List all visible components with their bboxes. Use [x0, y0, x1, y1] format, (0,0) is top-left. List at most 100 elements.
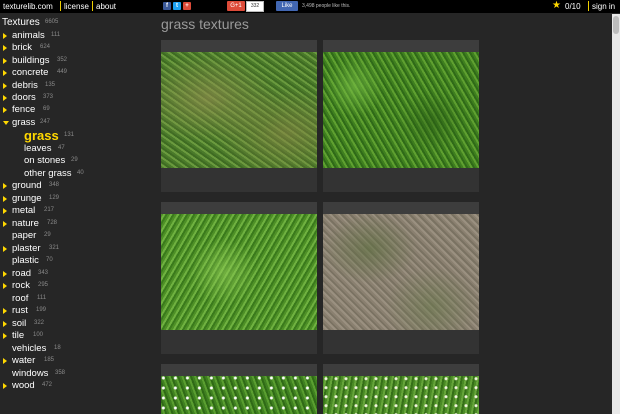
license-link[interactable]: license: [64, 2, 89, 11]
site-logo-link[interactable]: texturelib.com: [3, 2, 53, 11]
star-icon[interactable]: ★: [552, 0, 561, 12]
sidebar-item-label: plaster: [12, 243, 41, 254]
sidebar-item-count: 18: [54, 345, 61, 351]
texture-image[interactable]: [323, 376, 479, 414]
sidebar-item-count: 185: [44, 357, 55, 363]
sidebar-item-label: ground: [12, 180, 42, 191]
sidebar-item-label: grass: [12, 117, 36, 128]
sidebar-item-count: 47: [58, 145, 65, 151]
sidebar-item-count: 6605: [45, 19, 59, 25]
sidebar-item-count: 131: [64, 132, 75, 138]
sidebar-item-label: plastic: [12, 255, 39, 266]
triangle-right-icon: [3, 246, 7, 252]
texture-image[interactable]: [161, 376, 317, 414]
google-plus-icon[interactable]: +: [183, 2, 191, 10]
sidebar-item-label: fence: [12, 104, 36, 115]
facebook-like-button[interactable]: Like: [276, 1, 298, 11]
triangle-right-icon: [3, 70, 7, 76]
triangle-right-icon: [3, 95, 7, 101]
texture-thumbnail[interactable]: [323, 202, 479, 354]
texture-caption-bar: [323, 168, 479, 192]
sidebar-item-label: rock: [12, 280, 30, 291]
sidebar-item-count: 352: [57, 57, 68, 63]
sidebar-item-label: leaves: [24, 143, 52, 154]
triangle-right-icon: [3, 308, 7, 314]
texture-image[interactable]: [161, 214, 317, 330]
sidebar-item-label: tile: [12, 330, 25, 341]
sidebar-item-count: 322: [34, 320, 45, 326]
sidebar-item-count: 100: [33, 332, 44, 338]
divider: [92, 1, 93, 11]
sidebar-item-label: road: [12, 268, 32, 279]
page-title: grass textures: [161, 16, 249, 32]
sidebar-item-count: 29: [71, 157, 78, 163]
texture-caption-bar: [323, 330, 479, 354]
twitter-icon[interactable]: t: [173, 2, 181, 10]
sidebar-item-count: 111: [37, 295, 47, 301]
sidebar-item-label: rust: [12, 305, 28, 316]
sidebar-item-label: animals: [12, 30, 45, 41]
facebook-like-text: 3,498 people like this.: [302, 3, 351, 9]
top-bar: texturelib.com license about f t + G+1 3…: [0, 0, 620, 13]
sidebar-item-count: 129: [49, 195, 60, 201]
google-plus-count: 332: [246, 1, 264, 12]
sidebar-item-label: water: [12, 355, 36, 366]
triangle-down-icon: [3, 121, 9, 125]
sidebar-item-label: metal: [12, 205, 36, 216]
triangle-right-icon: [3, 196, 7, 202]
sidebar-item-label: on stones: [24, 155, 66, 166]
facebook-icon[interactable]: f: [163, 2, 171, 10]
sidebar-item-label: vehicles: [12, 343, 47, 354]
triangle-right-icon: [3, 58, 7, 64]
sign-in-link[interactable]: sign in: [592, 2, 615, 11]
triangle-right-icon: [3, 271, 7, 277]
texture-thumbnail[interactable]: [323, 40, 479, 192]
triangle-right-icon: [3, 333, 7, 339]
sidebar-item-count: 295: [38, 282, 49, 288]
sidebar-item-count: 348: [49, 182, 60, 188]
sidebar-item-count: 728: [47, 220, 58, 226]
triangle-right-icon: [3, 183, 7, 189]
divider: [60, 1, 61, 11]
texture-thumbnail[interactable]: [161, 364, 317, 414]
texture-thumbnail[interactable]: [161, 202, 317, 354]
sidebar-item-label: windows: [12, 368, 49, 379]
sidebar-item-label: paper: [12, 230, 37, 241]
sidebar-item-label: grunge: [12, 193, 42, 204]
sidebar-item-label: Textures: [2, 17, 40, 28]
sidebar-item-label: roof: [12, 293, 29, 304]
scrollbar-thumb[interactable]: [613, 16, 619, 34]
sidebar-item-count: 343: [38, 270, 49, 276]
triangle-right-icon: [3, 83, 7, 89]
texture-thumbnail[interactable]: [161, 40, 317, 192]
sidebar-item-label: other grass: [24, 168, 72, 179]
sidebar-item-count: 70: [46, 257, 53, 263]
texture-thumbnail[interactable]: [323, 364, 479, 414]
sidebar-item-count: 624: [40, 44, 51, 50]
sidebar-item-count: 135: [45, 82, 56, 88]
sidebar-item-count: 247: [40, 119, 51, 125]
sidebar-item-count: 40: [77, 170, 84, 176]
triangle-right-icon: [3, 321, 7, 327]
divider: [588, 1, 589, 11]
triangle-right-icon: [3, 107, 7, 113]
texture-image[interactable]: [323, 52, 479, 168]
texture-image[interactable]: [161, 52, 317, 168]
sidebar-item-count: 69: [43, 106, 50, 112]
sidebar-item-count: 111: [51, 32, 61, 38]
triangle-right-icon: [3, 283, 7, 289]
triangle-right-icon: [3, 208, 7, 214]
sidebar-item-count: 358: [55, 370, 66, 376]
sidebar-item-count: 449: [57, 69, 68, 75]
sidebar-item-label: concrete: [12, 67, 49, 78]
favorites-counter[interactable]: 0/10: [565, 2, 581, 11]
texture-image[interactable]: [323, 214, 479, 330]
sidebar-item-label: soil: [12, 318, 27, 329]
about-link[interactable]: about: [96, 2, 116, 11]
sidebar-item-count: 217: [44, 207, 55, 213]
sidebar-item-label: wood: [12, 380, 35, 391]
google-plus-button[interactable]: G+1: [227, 1, 245, 11]
texture-caption-bar: [161, 330, 317, 354]
sidebar-item-count: 373: [43, 94, 54, 100]
page-scrollbar[interactable]: [612, 14, 620, 414]
